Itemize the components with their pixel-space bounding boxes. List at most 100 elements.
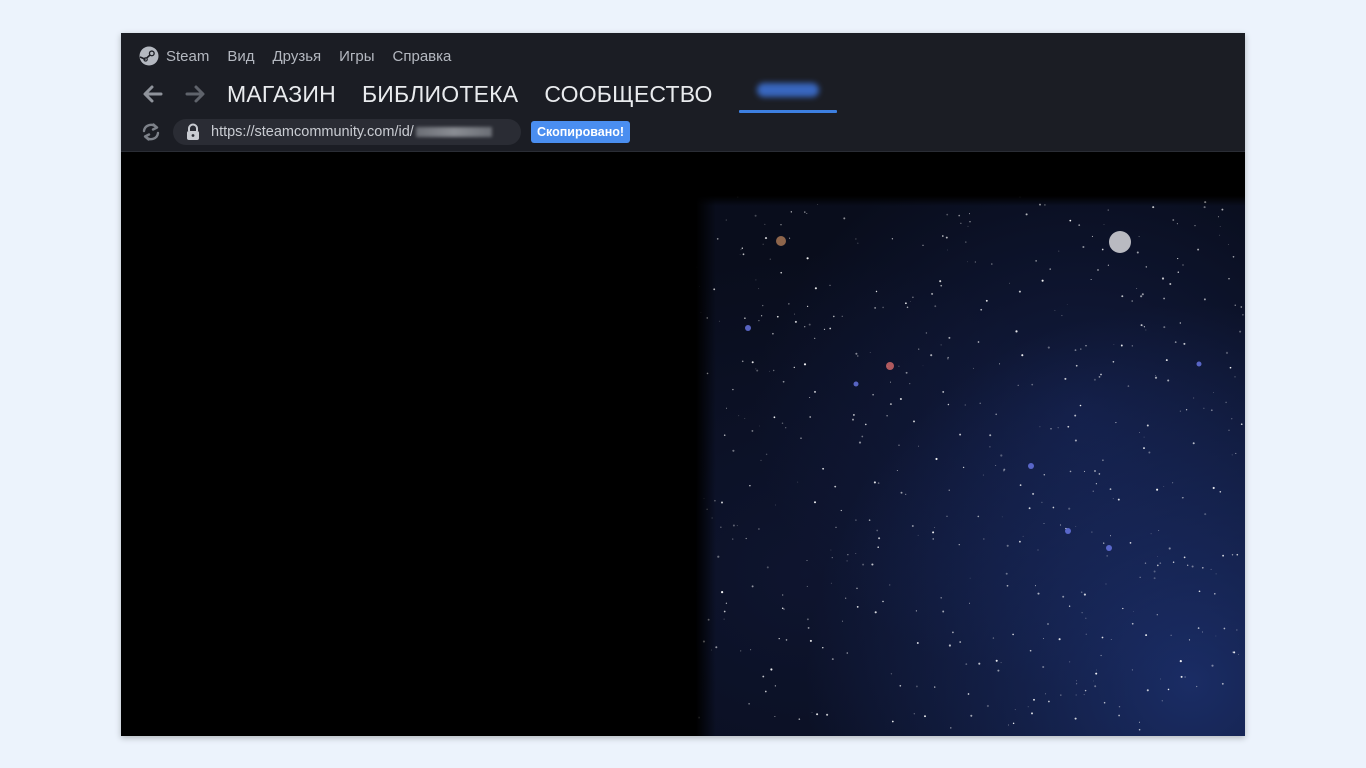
star [1075,526,1077,527]
forward-button[interactable] [181,80,209,108]
star [889,403,892,406]
star [947,249,948,251]
star [1201,631,1203,633]
menu-item-view[interactable]: Вид [227,48,254,65]
star [980,308,983,311]
star [1136,288,1138,289]
star [1228,278,1230,280]
star [934,305,937,308]
stars-layer [696,196,1244,731]
tab-profile-active[interactable] [738,77,837,113]
star [1141,293,1144,296]
star [1179,660,1182,663]
star [1047,700,1050,703]
star [891,720,894,723]
bright-star [1109,231,1131,253]
star [1138,236,1140,238]
star [1221,682,1224,685]
star [872,393,874,396]
star [806,257,809,260]
star [1234,304,1236,306]
star [948,336,951,339]
star [783,608,785,611]
star [1057,427,1059,429]
star [1174,341,1177,343]
star [857,355,859,357]
star [1159,562,1162,564]
star [932,538,934,540]
star [750,649,752,651]
tab-store[interactable]: МАГАЗИН [227,81,336,108]
star [1019,540,1021,543]
star [1223,627,1226,630]
star [1232,255,1235,258]
star [967,225,969,227]
star [723,618,725,620]
star [959,641,962,643]
star [1101,248,1104,251]
star [1161,700,1163,702]
star [898,444,900,446]
star [1069,219,1072,222]
star [1184,676,1186,678]
star [755,368,757,370]
star [1045,693,1047,695]
star [1064,377,1067,380]
star [855,519,857,521]
star [1168,547,1171,550]
forward-arrow-icon [185,85,205,103]
url-field[interactable]: https://steamcommunity.com/id/ [173,119,521,145]
back-button[interactable] [139,80,167,108]
star [1131,669,1133,671]
star [940,344,942,346]
star [982,474,984,476]
star [1075,694,1077,696]
star [1183,556,1186,559]
star [1148,451,1151,454]
star [794,313,796,315]
star [905,302,907,305]
steam-menu[interactable]: Steam [139,46,209,66]
star [874,307,876,309]
star [1000,454,1003,457]
star [989,434,992,437]
star [1170,634,1172,636]
star [856,587,858,590]
star [772,332,774,335]
menu-item-friends[interactable]: Друзья [273,48,322,65]
star [738,415,740,417]
star [814,337,816,340]
star [1179,322,1181,324]
star [1093,680,1094,682]
star [1058,638,1061,641]
star [1103,224,1105,225]
star [1098,473,1101,475]
star [1028,507,1031,510]
star [806,618,809,621]
menu-item-games[interactable]: Игры [339,48,374,65]
star [829,284,831,287]
star [979,402,981,405]
star [858,441,862,444]
tab-community[interactable]: СООБЩЕСТВО [544,81,712,108]
star [1012,722,1015,725]
star [1110,535,1111,537]
star [1139,432,1141,433]
star [1090,279,1092,280]
menu-item-help[interactable]: Справка [393,48,452,65]
star [1167,688,1170,691]
star [886,415,888,417]
star [1012,633,1014,636]
star [1183,342,1186,345]
tab-library[interactable]: БИБЛИОТЕКА [362,81,518,108]
menu-bar: Steam Вид Друзья Игры Справка [139,46,451,66]
star [1143,436,1145,438]
bright-star [853,381,859,387]
star [1197,248,1200,251]
star [1105,583,1107,585]
star [1215,635,1217,637]
redacted-username [756,83,819,97]
star [721,501,723,504]
star [1043,522,1045,524]
reload-button[interactable] [139,120,163,144]
